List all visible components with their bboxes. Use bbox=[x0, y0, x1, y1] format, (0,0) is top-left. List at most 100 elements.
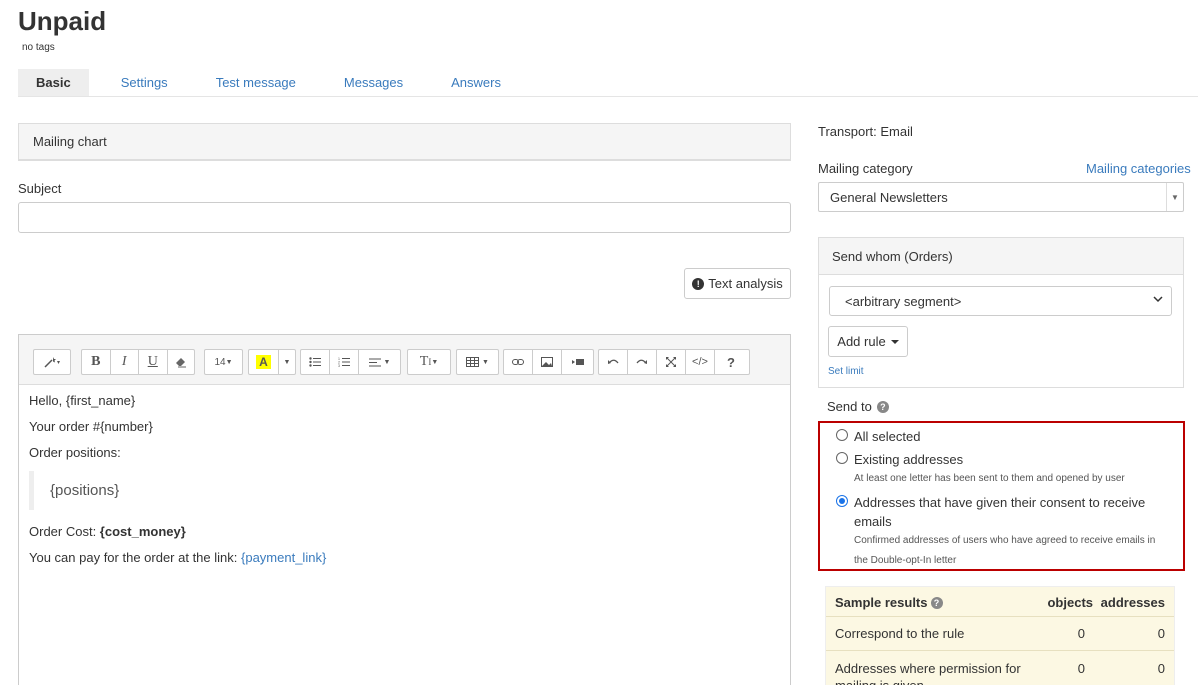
radio-circle-icon[interactable] bbox=[836, 429, 848, 441]
radio-description: Confirmed addresses of users who have ag… bbox=[854, 535, 1156, 566]
style-group: T I ▼ bbox=[407, 349, 451, 375]
set-limit-link[interactable]: Set limit bbox=[828, 366, 864, 377]
send-whom-panel: Send whom (Orders) <arbitrary segment> A… bbox=[818, 237, 1184, 388]
send-to-text: Send to bbox=[827, 399, 872, 414]
redo-icon[interactable] bbox=[628, 350, 657, 374]
insert-group bbox=[503, 349, 594, 375]
editor-content[interactable]: Hello, {first_name} Your order #{number}… bbox=[19, 385, 790, 584]
caret-down-icon bbox=[890, 339, 899, 344]
pay-line: You can pay for the order at the link: {… bbox=[29, 550, 780, 565]
order-line: Your order #{number} bbox=[29, 419, 153, 434]
svg-text:3: 3 bbox=[338, 364, 340, 367]
radio-consent-addresses[interactable]: Addresses that have given their consent … bbox=[836, 493, 1161, 571]
text-analysis-button[interactable]: ! Text analysis bbox=[684, 268, 791, 299]
list-group: 123 ▼ bbox=[300, 349, 401, 375]
add-rule-label: Add rule bbox=[837, 334, 886, 349]
radio-label: Addresses that have given their consent … bbox=[854, 495, 1146, 529]
tags-label: no tags bbox=[22, 42, 55, 53]
color-dropdown[interactable]: ▼ bbox=[279, 350, 295, 374]
page-title: Unpaid bbox=[18, 6, 107, 36]
message-editor: B I U 14 ▼ A ▼ 123 ▼ T I ▼ ▼ </> ? Hello… bbox=[18, 334, 791, 685]
undo-icon[interactable] bbox=[599, 350, 628, 374]
align-dropdown[interactable]: ▼ bbox=[359, 350, 400, 374]
highlight-color-icon[interactable]: A bbox=[249, 350, 279, 374]
bold-icon[interactable]: B bbox=[82, 350, 111, 374]
col-addresses: addresses bbox=[1100, 595, 1165, 610]
misc-group: </> ? bbox=[598, 349, 750, 375]
radio-description: At least one letter has been sent to the… bbox=[854, 473, 1125, 484]
radio-label: Existing addresses bbox=[854, 452, 964, 467]
subject-input[interactable] bbox=[18, 202, 791, 233]
fullscreen-icon[interactable] bbox=[657, 350, 686, 374]
text-style-dropdown[interactable]: T I ▼ bbox=[408, 350, 450, 374]
radio-circle-icon[interactable] bbox=[836, 452, 848, 464]
positions-label: Order positions: bbox=[29, 445, 121, 460]
eraser-icon[interactable] bbox=[168, 350, 195, 374]
editor-toolbar: B I U 14 ▼ A ▼ 123 ▼ T I ▼ ▼ </> ? bbox=[19, 335, 790, 385]
radio-label: All selected bbox=[854, 429, 921, 444]
tab-answers[interactable]: Answers bbox=[427, 69, 525, 96]
payment-link[interactable]: {payment_link} bbox=[241, 550, 326, 565]
tab-test-message[interactable]: Test message bbox=[192, 69, 320, 96]
magic-wand-icon[interactable] bbox=[34, 350, 70, 374]
magic-group bbox=[33, 349, 71, 375]
image-icon[interactable] bbox=[533, 350, 562, 374]
cost-value: {cost_money} bbox=[99, 524, 186, 539]
tab-messages[interactable]: Messages bbox=[320, 69, 427, 96]
italic-icon[interactable]: I bbox=[111, 350, 139, 374]
radio-checked-icon[interactable] bbox=[836, 495, 848, 507]
table-row: Addresses where permission for mailing i… bbox=[826, 651, 1174, 685]
bullet-list-icon[interactable] bbox=[301, 350, 330, 374]
help-icon[interactable]: ? bbox=[715, 350, 747, 374]
tab-basic[interactable]: Basic bbox=[18, 69, 89, 96]
font-size-value: 14 bbox=[214, 356, 226, 368]
row-objects: 0 bbox=[1077, 661, 1085, 676]
send-to-label: Send to ? bbox=[827, 399, 889, 414]
tab-bar: Basic Settings Test message Messages Ans… bbox=[18, 69, 1198, 97]
tab-settings[interactable]: Settings bbox=[97, 69, 192, 96]
numbered-list-icon[interactable]: 123 bbox=[330, 350, 359, 374]
font-size-group: 14 ▼ bbox=[204, 349, 243, 375]
sample-title: Sample results ? bbox=[835, 595, 1027, 610]
sample-title-text: Sample results bbox=[835, 595, 928, 610]
segment-select[interactable]: <arbitrary segment> bbox=[829, 286, 1172, 316]
table-icon[interactable]: ▼ bbox=[457, 350, 498, 374]
chevron-down-icon bbox=[1153, 296, 1163, 303]
cost-label: Order Cost: bbox=[29, 524, 100, 539]
radio-existing-addresses[interactable]: Existing addresses At least one letter h… bbox=[836, 450, 1156, 489]
send-whom-title: Send whom (Orders) bbox=[819, 238, 1183, 275]
row-objects: 0 bbox=[1077, 626, 1085, 641]
greeting-line: Hello, {first_name} bbox=[29, 393, 136, 408]
row-addresses: 0 bbox=[1157, 626, 1165, 641]
format-group: B I U bbox=[81, 349, 195, 375]
subject-label: Subject bbox=[18, 181, 62, 196]
mailing-chart-panel[interactable]: Mailing chart bbox=[18, 123, 791, 161]
mailing-categories-link[interactable]: Mailing categories bbox=[1086, 161, 1191, 176]
text-analysis-label: Text analysis bbox=[708, 276, 783, 291]
add-rule-button[interactable]: Add rule bbox=[828, 326, 908, 357]
font-size-dropdown[interactable]: 14 ▼ bbox=[205, 350, 242, 374]
video-icon[interactable] bbox=[562, 350, 593, 374]
text-style-label: T bbox=[419, 354, 429, 369]
question-icon[interactable]: ? bbox=[876, 400, 889, 413]
mailing-category-value: General Newsletters bbox=[830, 190, 948, 205]
link-icon[interactable] bbox=[504, 350, 533, 374]
transport-label: Transport: Email bbox=[818, 124, 913, 139]
radio-all-selected[interactable]: All selected bbox=[836, 427, 1156, 446]
info-icon: ! bbox=[692, 277, 705, 290]
sample-results-table: Sample results ? objects addresses Corre… bbox=[825, 586, 1175, 685]
underline-icon[interactable]: U bbox=[139, 350, 168, 374]
row-label: Correspond to the rule bbox=[835, 626, 965, 641]
table-row: Correspond to the rule 0 0 bbox=[826, 617, 1174, 651]
question-icon[interactable]: ? bbox=[930, 596, 943, 609]
pay-text: You can pay for the order at the link: bbox=[29, 550, 241, 565]
row-addresses: 0 bbox=[1157, 661, 1165, 676]
table-group: ▼ bbox=[456, 349, 499, 375]
chevron-down-icon: ▼ bbox=[1166, 183, 1183, 211]
color-group: A ▼ bbox=[248, 349, 296, 375]
code-view-icon[interactable]: </> bbox=[686, 350, 715, 374]
mailing-category-select[interactable]: General Newsletters ▼ bbox=[818, 182, 1184, 212]
col-objects: objects bbox=[1047, 595, 1093, 610]
sample-header-row: Sample results ? objects addresses bbox=[826, 587, 1174, 617]
segment-value: <arbitrary segment> bbox=[845, 294, 962, 309]
